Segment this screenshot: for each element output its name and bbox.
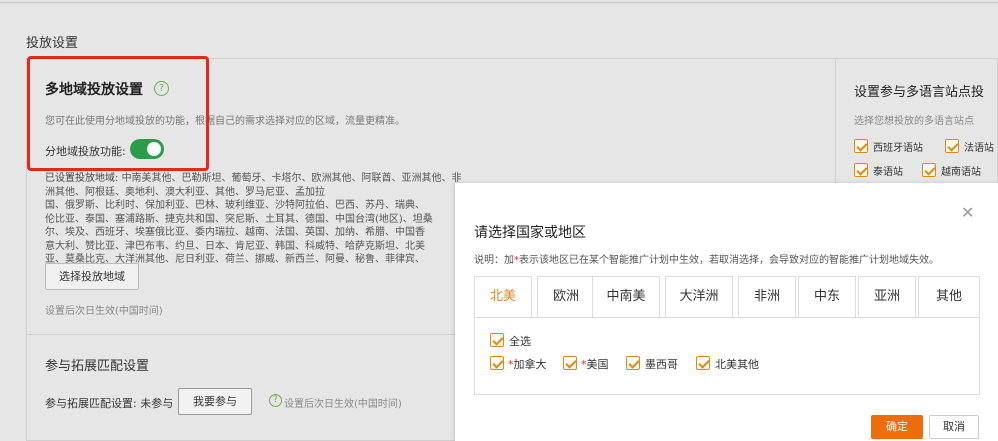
tab-africa[interactable]: 非洲 — [738, 276, 796, 318]
expand-match-title: 参与拓展匹配设置 — [45, 359, 150, 374]
tab-asia[interactable]: 亚洲 — [858, 276, 916, 318]
annotation-highlight-box — [27, 56, 209, 171]
option-label: 墨西哥 — [645, 358, 678, 371]
regions-line: 伦比亚、泰国、塞浦路斯、捷克共和国、突尼斯、土耳其、德国、中国台湾(地区)、坦桑 — [45, 213, 433, 225]
regions-line: 已设置投放地域: 中南美其他、巴勒斯坦、葡萄牙、卡塔尔、欧洲其他、阿联酋、亚洲其… — [45, 172, 465, 199]
option-label: 北美其他 — [715, 358, 759, 371]
tab-north-america[interactable]: 北美 — [474, 276, 532, 318]
option-label: *加拿大 — [508, 356, 547, 372]
expand-match-status: 参与拓展匹配设置: 未参与 — [45, 397, 174, 410]
option-text: 美国 — [586, 358, 609, 371]
site-checkbox-thai[interactable] — [854, 163, 868, 177]
option-checkbox-north-america-other[interactable] — [696, 356, 710, 370]
language-sites-description: 选择您想投放的多语言站点 — [854, 116, 974, 127]
modal-note-suffix: 表示该地区已在某个智能推广计划中生效，若取消选择，会导致对应的智能推广计划地域失… — [519, 255, 939, 266]
tab-latin-america[interactable]: 中南美 — [592, 276, 660, 318]
regions-label: 已设置投放地域: — [45, 173, 119, 184]
tab-europe[interactable]: 欧洲 — [537, 276, 595, 318]
site-label: 越南语站 — [941, 167, 981, 178]
site-checkbox-vietnamese[interactable] — [922, 163, 936, 177]
option-checkbox-mexico[interactable] — [626, 356, 640, 370]
site-checkbox-french[interactable] — [945, 139, 959, 153]
effective-note: 设置后次日生效(中国时间) — [45, 306, 163, 317]
select-region-button[interactable]: 选择投放地域 — [45, 263, 139, 290]
option-checkbox-usa[interactable] — [563, 356, 577, 370]
site-label: 法语站 — [964, 143, 994, 154]
modal-title: 请选择国家或地区 — [474, 225, 586, 241]
select-all-label: 全选 — [509, 335, 531, 348]
cancel-button[interactable]: 取消 — [929, 415, 979, 439]
regions-line: 尔、埃及、西班牙、埃塞俄比亚、委内瑞拉、越南、法国、英国、加纳、希腊、中国香 — [45, 227, 425, 238]
site-label: 泰语站 — [873, 167, 903, 178]
modal-note-prefix: 说明：加 — [474, 255, 514, 266]
join-button[interactable]: 我要参与 — [178, 388, 252, 415]
expand-match-note: 设置后次日生效(中国时间) — [284, 399, 402, 410]
confirm-button[interactable]: 确定 — [871, 415, 923, 439]
section-title: 投放设置 — [26, 36, 79, 51]
tab-middle-east[interactable]: 中东 — [798, 276, 856, 318]
close-icon[interactable]: ✕ — [961, 205, 974, 221]
regions-list: 已设置投放地域: 中南美其他、巴勒斯坦、葡萄牙、卡塔尔、欧洲其他、阿联酋、亚洲其… — [45, 172, 465, 267]
site-label: 西班牙语站 — [873, 143, 923, 154]
tab-oceania[interactable]: 大洋洲 — [665, 276, 733, 318]
language-sites-title: 设置参与多语言站点投 — [854, 85, 985, 100]
regions-line: 意大利、赞比亚、津巴布韦、约旦、日本、肯尼亚、韩国、科威特、哈萨克斯坦、北美 — [45, 240, 425, 252]
region-select-modal: 请选择国家或地区 ✕ 说明：加*表示该地区已在某个智能推广计划中生效，若取消选择… — [455, 183, 998, 441]
help-icon[interactable]: ? — [269, 394, 282, 407]
site-checkbox-spanish[interactable] — [854, 139, 868, 153]
tab-other[interactable]: 其他 — [918, 276, 980, 318]
option-label: *美国 — [581, 356, 609, 372]
modal-note: 说明：加*表示该地区已在某个智能推广计划中生效，若取消选择，会导致对应的智能推广… — [474, 251, 939, 266]
regions-line: 国、俄罗斯、比利时、保加利亚、巴林、玻利维亚、沙特阿拉伯、巴西、苏丹、瑞典、 — [45, 200, 425, 211]
top-divider — [0, 2, 998, 3]
select-all-checkbox[interactable] — [490, 333, 504, 347]
option-checkbox-canada[interactable] — [490, 356, 504, 370]
region-tabs: 北美 欧洲 中南美 大洋洲 非洲 中东 亚洲 其他 — [474, 276, 980, 318]
option-text: 加拿大 — [513, 358, 547, 371]
